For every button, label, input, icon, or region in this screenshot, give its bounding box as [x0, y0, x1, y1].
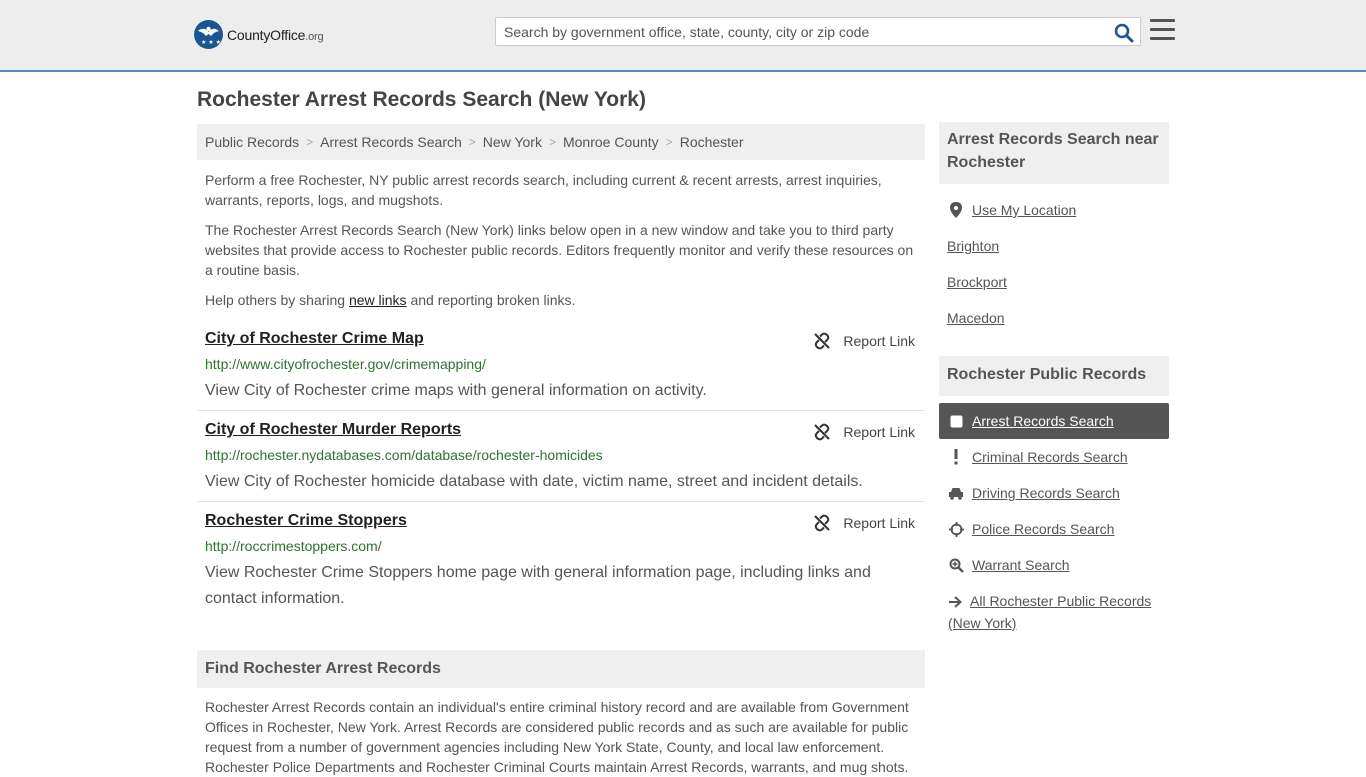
- breadcrumb-separator-icon: >: [548, 135, 556, 149]
- svg-text:★ ★ ★: ★ ★ ★: [201, 39, 221, 46]
- report-link-label: Report Link: [843, 515, 915, 531]
- sidebar-item-label: Arrest Records Search: [972, 413, 1114, 429]
- all-public-records-link[interactable]: All Rochester Public Records (New York): [948, 591, 1163, 633]
- site-header: ★ ★ ★ CountyOffice.org: [0, 0, 1366, 72]
- search-input[interactable]: [504, 22, 1104, 42]
- report-link-button[interactable]: Report Link: [813, 514, 915, 532]
- breadcrumb: Public Records > Arrest Records Search >…: [197, 124, 925, 160]
- broken-link-icon: [814, 514, 831, 532]
- report-link-button[interactable]: Report Link: [813, 423, 915, 441]
- report-link-label: Report Link: [843, 424, 915, 440]
- hamburger-menu-icon[interactable]: [1150, 19, 1175, 41]
- find-records-heading: Find Rochester Arrest Records: [197, 650, 925, 688]
- sidebar-item-criminal-records[interactable]: Criminal Records Search: [939, 439, 1169, 475]
- magnify-icon: [948, 557, 964, 573]
- sidebar-item-label: Warrant Search: [972, 557, 1070, 573]
- breadcrumb-public-records[interactable]: Public Records: [205, 134, 299, 150]
- broken-link-icon: [814, 332, 831, 350]
- site-search: [495, 17, 1141, 46]
- sidebar-item-label: Criminal Records Search: [972, 449, 1128, 465]
- new-links-link[interactable]: new links: [349, 292, 407, 308]
- breadcrumb-separator-icon: >: [306, 135, 314, 149]
- search-icon[interactable]: [1114, 23, 1134, 43]
- nearby-link-brighton[interactable]: Brighton: [947, 236, 999, 256]
- public-records-heading: Rochester Public Records: [939, 356, 1169, 396]
- listing-url: http://www.cityofrochester.gov/crimemapp…: [205, 356, 486, 372]
- exclamation-icon: [948, 449, 964, 465]
- use-my-location-link[interactable]: Use My Location: [939, 192, 1169, 228]
- breadcrumb-monroe-county[interactable]: Monroe County: [563, 134, 659, 150]
- sidebar-item-label: Police Records Search: [972, 521, 1115, 537]
- listing-url: http://roccrimestoppers.com/: [205, 538, 382, 554]
- logo-seal-icon: ★ ★ ★: [194, 20, 223, 49]
- all-public-records-label: All Rochester Public Records (New York): [948, 593, 1152, 631]
- listing-title-link[interactable]: City of Rochester Murder Reports: [205, 421, 461, 439]
- breadcrumb-arrest-records-search[interactable]: Arrest Records Search: [320, 134, 462, 150]
- nearby-heading: Arrest Records Search near Rochester: [939, 122, 1169, 184]
- use-my-location-label: Use My Location: [972, 202, 1077, 218]
- square-icon: [948, 413, 964, 429]
- listing-title-link[interactable]: Rochester Crime Stoppers: [205, 512, 407, 530]
- listing-title-link[interactable]: City of Rochester Crime Map: [205, 330, 424, 348]
- sidebar-item-label: Driving Records Search: [972, 485, 1120, 501]
- breadcrumb-separator-icon: >: [665, 135, 673, 149]
- report-link-button[interactable]: Report Link: [813, 332, 915, 350]
- listing-divider: [197, 501, 925, 502]
- sidebar-item-police-records[interactable]: Police Records Search: [939, 511, 1169, 547]
- intro-paragraph: Perform a free Rochester, NY public arre…: [205, 172, 882, 208]
- report-link-label: Report Link: [843, 333, 915, 349]
- listing-divider: [197, 410, 925, 411]
- nearby-link-macedon[interactable]: Macedon: [947, 308, 1005, 328]
- logo-wordmark: CountyOffice.org: [227, 26, 324, 43]
- crosshair-icon: [948, 521, 964, 537]
- sidebar-item-warrant-search[interactable]: Warrant Search: [939, 547, 1169, 583]
- breadcrumb-rochester: Rochester: [679, 134, 744, 150]
- listing-description: View City of Rochester homicide database…: [205, 473, 863, 490]
- breadcrumb-separator-icon: >: [468, 135, 476, 149]
- car-icon: [948, 485, 964, 501]
- broken-link-icon: [814, 423, 831, 441]
- disclaimer-paragraph: The Rochester Arrest Records Search (New…: [205, 222, 914, 278]
- listing-description: View City of Rochester crime maps with g…: [205, 382, 707, 399]
- breadcrumb-new-york[interactable]: New York: [483, 134, 542, 150]
- find-records-body: Rochester Arrest Records contain an indi…: [205, 699, 909, 775]
- nearby-link-brockport[interactable]: Brockport: [947, 272, 1007, 292]
- sidebar-item-driving-records[interactable]: Driving Records Search: [939, 475, 1169, 511]
- page-title: Rochester Arrest Records Search (New Yor…: [197, 88, 646, 111]
- site-logo[interactable]: ★ ★ ★ CountyOffice.org: [194, 20, 324, 49]
- arrow-right-icon: [948, 593, 964, 613]
- listing-description: View Rochester Crime Stoppers home page …: [205, 564, 871, 607]
- share-paragraph: Help others by sharing new links and rep…: [205, 292, 576, 308]
- map-pin-icon: [948, 202, 964, 218]
- sidebar-item-arrest-records[interactable]: Arrest Records Search: [939, 403, 1169, 439]
- listing-url: http://rochester.nydatabases.com/databas…: [205, 447, 603, 463]
